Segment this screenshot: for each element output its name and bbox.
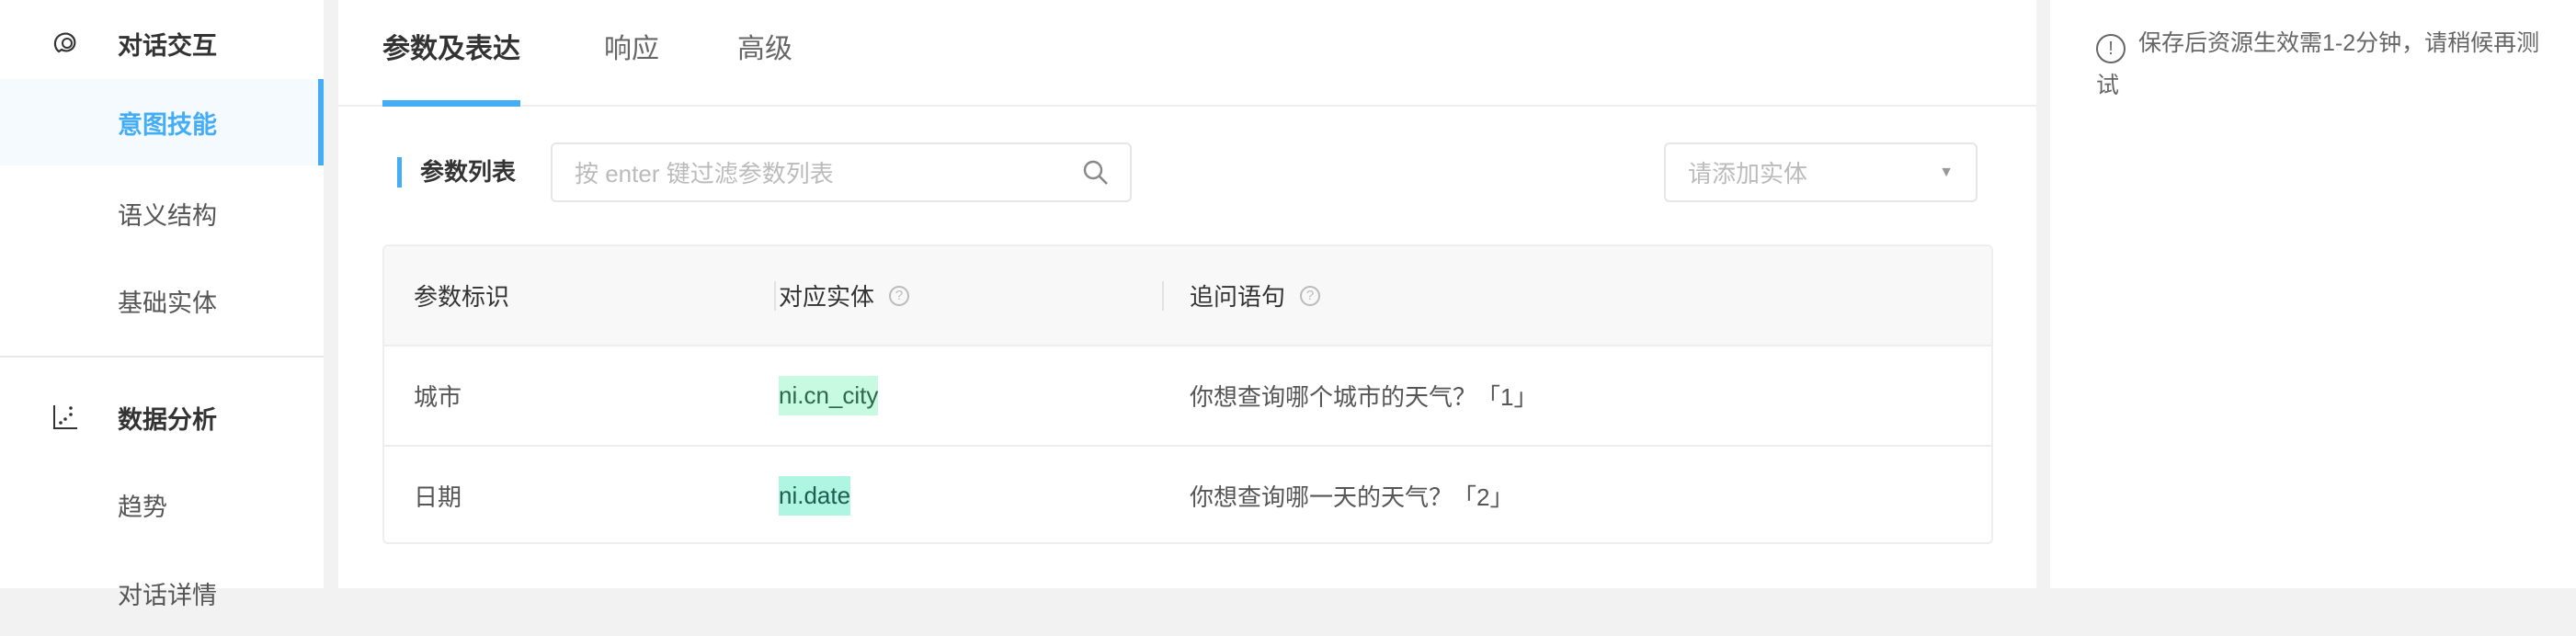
table-row[interactable]: 日期 ni.date 你想查询哪一天的天气？「2」 [384, 447, 1991, 542]
params-search-input[interactable]: 按 enter 键过滤参数列表 [551, 142, 1132, 202]
sidebar-divider [0, 356, 324, 358]
param-prompt: 你想查询哪个城市的天气？「1」 [1190, 383, 1538, 411]
sidebar-item-semantic-structure[interactable]: 语义结构 [0, 170, 324, 256]
main-panel: 参数及表达 响应 高级 参数列表 按 enter 键过滤参数列表 请添加实体 ▼… [338, 0, 2036, 588]
sidebar: 对话交互 意图技能 语义结构 基础实体 数据分析 趋势 对话详情 [0, 0, 324, 609]
param-name: 城市 [414, 383, 462, 411]
save-notice: ! 保存后资源生效需1-2分钟，请稍候再测试 [2096, 22, 2556, 107]
param-prompt: 你想查询哪一天的天气？「2」 [1190, 483, 1514, 511]
table-row[interactable]: 城市 ni.cn_city 你想查询哪个城市的天气？「1」 [384, 346, 1991, 447]
entity-tag: ni.date [779, 476, 851, 516]
param-entity[interactable]: ni.date [779, 447, 851, 542]
caret-down-icon: ▼ [1939, 165, 1954, 180]
params-list-label: 参数列表 [397, 157, 516, 187]
sidebar-group-dialog[interactable]: 对话交互 [0, 0, 324, 86]
search-icon[interactable] [1080, 157, 1111, 188]
header-param-id: 参数标识 [414, 283, 510, 311]
param-entity[interactable]: ni.cn_city [779, 346, 879, 445]
help-icon[interactable]: ? [1300, 285, 1321, 306]
exclamation-circle-icon: ! [2096, 34, 2126, 63]
search-placeholder: 按 enter 键过滤参数列表 [575, 160, 834, 187]
add-entity-select[interactable]: 请添加实体 ▼ [1664, 142, 1978, 202]
header-prompt-label: 追问语句 [1190, 283, 1286, 311]
header-entity: 对应实体? [779, 246, 910, 345]
table-header: 参数标识 对应实体? 追问语句? [384, 246, 1991, 346]
param-name: 日期 [414, 483, 462, 511]
save-notice-text: 保存后资源生效需1-2分钟，请稍候再测试 [2096, 30, 2540, 98]
help-icon[interactable]: ? [889, 285, 910, 306]
sidebar-group-analytics[interactable]: 数据分析 [0, 374, 324, 460]
chat-icon [51, 29, 79, 57]
sidebar-item-base-entity[interactable]: 基础实体 [0, 257, 324, 344]
right-panel: ! 保存后资源生效需1-2分钟，请稍候再测试 [2050, 0, 2576, 588]
params-table: 参数标识 对应实体? 追问语句? 城市 ni.cn_city 你想查询哪个城市的… [382, 244, 1993, 544]
header-prompt: 追问语句? [1190, 246, 1321, 345]
scatter-chart-icon [51, 403, 79, 431]
sidebar-item-trend[interactable]: 趋势 [0, 461, 324, 548]
column-divider [774, 281, 776, 311]
tab-response[interactable]: 响应 [604, 26, 659, 107]
entity-tag: ni.cn_city [779, 376, 879, 415]
sidebar-item-intent-skill[interactable]: 意图技能 [0, 79, 324, 165]
tab-bar: 参数及表达 响应 高级 [338, 0, 2036, 107]
tab-params-expressions[interactable]: 参数及表达 [382, 26, 520, 107]
add-entity-placeholder: 请添加实体 [1688, 160, 1808, 187]
sidebar-item-dialog-details[interactable]: 对话详情 [0, 550, 324, 636]
tab-advanced[interactable]: 高级 [737, 26, 792, 107]
header-entity-label: 对应实体 [779, 283, 875, 311]
column-divider [1162, 281, 1164, 311]
